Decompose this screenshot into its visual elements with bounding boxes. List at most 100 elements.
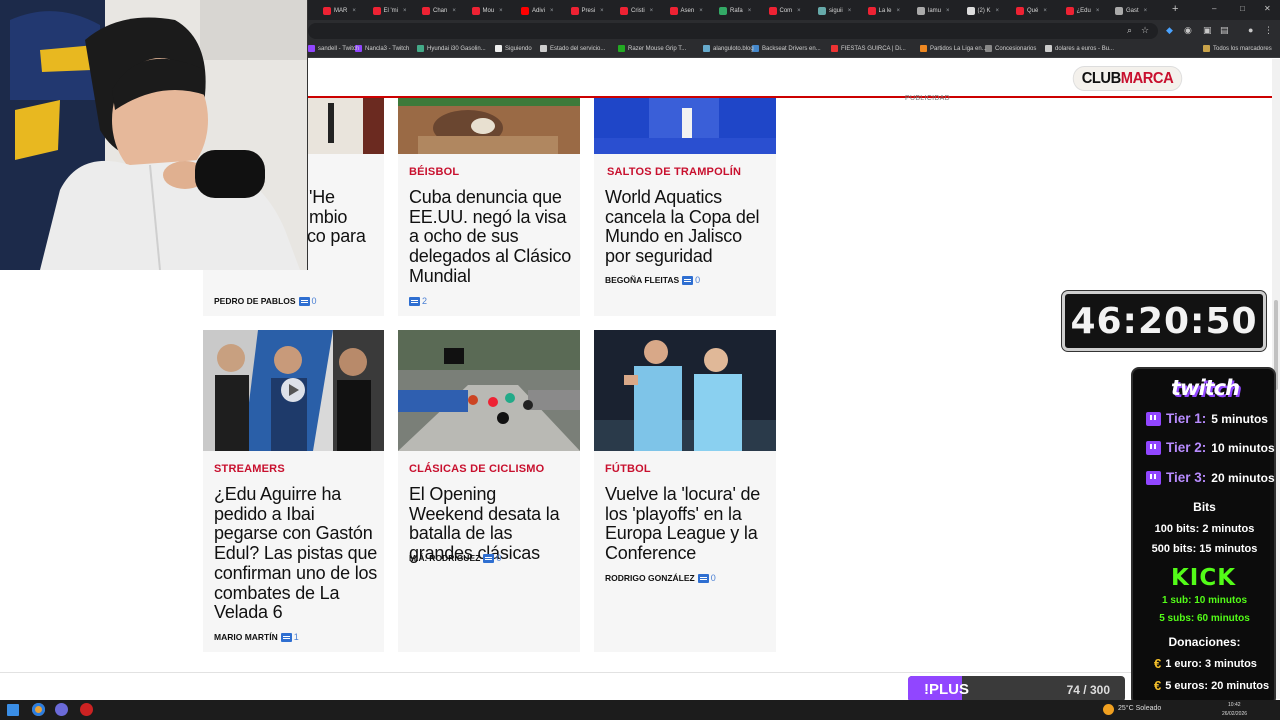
close-window-icon[interactable]: ✕ bbox=[1264, 4, 1271, 13]
club-marca-logo[interactable]: CLUB MARCA bbox=[1073, 67, 1182, 90]
browser-tab[interactable]: Cristi × bbox=[620, 3, 666, 18]
close-tab-icon[interactable]: × bbox=[452, 8, 456, 14]
article-image[interactable] bbox=[398, 330, 580, 451]
article-author[interactable]: RODRIGO GONZÁLEZ bbox=[605, 573, 695, 583]
comments-link[interactable]: 0 bbox=[483, 553, 501, 563]
all-bookmarks-folder[interactable]: Todos los marcadores bbox=[1203, 45, 1272, 52]
app-taskbar-icon[interactable] bbox=[55, 703, 68, 716]
close-tab-icon[interactable]: × bbox=[946, 8, 950, 14]
article-category[interactable]: FÚTBOL bbox=[605, 463, 651, 475]
article-card[interactable]: BÉISBOL Cuba denuncia que EE.UU. negó la… bbox=[398, 98, 580, 316]
close-tab-icon[interactable]: × bbox=[1144, 8, 1148, 14]
article-author[interactable]: PEDRO DE PABLOS bbox=[214, 296, 296, 306]
bookmark-item[interactable]: Backseat Drivers en... bbox=[752, 45, 821, 52]
maximize-icon[interactable]: □ bbox=[1240, 4, 1245, 13]
extension-icon-2[interactable]: ◉ bbox=[1184, 25, 1192, 36]
weather-text[interactable]: 25°C Soleado bbox=[1118, 705, 1161, 712]
browser-tab[interactable]: La le × bbox=[867, 3, 914, 18]
close-tab-icon[interactable]: × bbox=[797, 8, 801, 14]
browser-tab[interactable]: Chan × bbox=[422, 3, 468, 18]
bookmark-item[interactable]: alanguloto.blog bbox=[703, 45, 754, 52]
close-tab-icon[interactable]: × bbox=[352, 8, 356, 14]
bookmark-item[interactable]: sandell - Twitch bbox=[308, 45, 359, 52]
address-bar[interactable] bbox=[308, 23, 1158, 39]
article-headline[interactable]: ¿Edu Aguirre ha pedido a Ibai pegarse co… bbox=[214, 484, 379, 623]
browser-tab[interactable]: Gast × bbox=[1115, 3, 1161, 18]
article-author[interactable]: MARIO MARTÍN bbox=[214, 632, 278, 642]
comments-link[interactable]: 0 bbox=[298, 296, 317, 306]
browser-tab[interactable]: ¿Edu × bbox=[1065, 3, 1112, 18]
article-category[interactable]: STREAMERS bbox=[214, 463, 285, 475]
puzzle-icon[interactable]: ▣ bbox=[1203, 25, 1212, 36]
browser-tab[interactable]: MAR × bbox=[323, 3, 369, 18]
sidebar-icon[interactable]: ▤ bbox=[1220, 25, 1229, 36]
article-image[interactable] bbox=[398, 98, 580, 154]
comments-link[interactable]: 0 bbox=[682, 275, 700, 285]
browser-tab[interactable]: Adivi × bbox=[521, 3, 567, 18]
obs-taskbar-icon[interactable] bbox=[80, 703, 93, 716]
browser-tab[interactable]: Qué × bbox=[1016, 3, 1062, 18]
close-tab-icon[interactable]: × bbox=[650, 8, 654, 14]
browser-tab[interactable]: Com × bbox=[768, 3, 815, 18]
browser-tab[interactable]: El 'mi × bbox=[372, 3, 419, 18]
close-tab-icon[interactable]: × bbox=[748, 8, 752, 14]
browser-tab[interactable]: lamu × bbox=[917, 3, 963, 18]
article-image[interactable] bbox=[594, 98, 776, 154]
close-tab-icon[interactable]: × bbox=[499, 8, 503, 14]
bookmark-item[interactable]: Hyundai i30 Gasolin... bbox=[417, 45, 486, 52]
close-tab-icon[interactable]: × bbox=[1096, 8, 1100, 14]
comments-link[interactable]: 0 bbox=[697, 573, 716, 583]
article-headline[interactable]: Vuelve la 'locura' de los 'playoffs' en … bbox=[605, 484, 770, 564]
minimize-icon[interactable]: – bbox=[1212, 4, 1216, 13]
browser-tab[interactable]: Presi × bbox=[570, 3, 617, 18]
article-card[interactable]: STREAMERS ¿Edu Aguirre ha pedido a Ibai … bbox=[203, 330, 384, 652]
windows-start-icon[interactable] bbox=[7, 704, 19, 716]
bookmark-item[interactable]: Siguiendo bbox=[495, 45, 532, 52]
close-tab-icon[interactable]: × bbox=[996, 8, 1000, 14]
article-card[interactable]: SALTOS DE TRAMPOLÍN World Aquatics cance… bbox=[594, 98, 776, 316]
browser-tab[interactable]: Asen × bbox=[669, 3, 716, 18]
close-tab-icon[interactable]: × bbox=[848, 8, 852, 14]
article-image[interactable] bbox=[594, 330, 776, 451]
close-tab-icon[interactable]: × bbox=[699, 8, 703, 14]
bookmark-item[interactable]: Partidos La Liga en... bbox=[920, 45, 987, 52]
bookmark-item[interactable]: Razer Mouse Grip T... bbox=[618, 45, 686, 52]
profile-avatar[interactable]: ● bbox=[1248, 25, 1253, 35]
article-headline[interactable]: World Aquatics cancela la Copa del Mundo… bbox=[605, 187, 770, 267]
bookmark-item[interactable]: dolares a euros - Bu... bbox=[1045, 45, 1114, 52]
star-icon[interactable]: ☆ bbox=[1141, 25, 1149, 36]
article-author[interactable]: BEGOÑA FLEITAS bbox=[605, 275, 679, 285]
close-tab-icon[interactable]: × bbox=[897, 8, 901, 14]
close-tab-icon[interactable]: × bbox=[600, 8, 604, 14]
browser-tab[interactable]: siguii × bbox=[818, 3, 864, 18]
close-tab-icon[interactable]: × bbox=[1043, 8, 1047, 14]
article-category[interactable]: BÉISBOL bbox=[409, 166, 459, 178]
extension-icon[interactable]: ◆ bbox=[1166, 25, 1173, 36]
bookmark-item[interactable]: Nancla3 - Twitch bbox=[355, 45, 409, 52]
close-tab-icon[interactable]: × bbox=[550, 8, 554, 14]
close-tab-icon[interactable]: × bbox=[403, 8, 407, 14]
new-tab-button[interactable]: + bbox=[1172, 3, 1178, 15]
article-headline[interactable]: El Opening Weekend desata la batalla de … bbox=[409, 484, 574, 564]
article-card[interactable]: CLÁSICAS DE CICLISMO El Opening Weekend … bbox=[398, 330, 580, 652]
bookmark-item[interactable]: Estado del servicio... bbox=[540, 45, 605, 52]
article-category[interactable]: CLÁSICAS DE CICLISMO bbox=[409, 463, 544, 475]
bookmark-label: Partidos La Liga en... bbox=[930, 45, 987, 52]
article-category[interactable]: SALTOS DE TRAMPOLÍN bbox=[607, 166, 741, 178]
zoom-icon[interactable]: ⌕ bbox=[1127, 25, 1132, 36]
browser-tab[interactable]: Mou × bbox=[471, 3, 518, 18]
article-author[interactable]: M.Á. RODRÍGUEZ bbox=[409, 553, 480, 563]
article-card[interactable]: FÚTBOL Vuelve la 'locura' de los 'playof… bbox=[594, 330, 776, 652]
menu-icon[interactable]: ⋮ bbox=[1264, 25, 1273, 36]
chrome-taskbar-icon[interactable] bbox=[32, 703, 45, 716]
comments-link[interactable]: 1 bbox=[280, 632, 299, 642]
article-headline[interactable]: Cuba denuncia que EE.UU. negó la visa a … bbox=[409, 187, 574, 287]
browser-tab[interactable]: (2) K × bbox=[966, 3, 1013, 18]
bookmark-item[interactable]: FIESTAS GUIRCA | Di... bbox=[831, 45, 906, 52]
clock-date[interactable]: 26/02/2026 bbox=[1222, 711, 1247, 717]
bookmark-item[interactable]: Concesionarios bbox=[985, 45, 1036, 52]
browser-tab[interactable]: Rafa × bbox=[719, 3, 765, 18]
comments-link[interactable]: 2 bbox=[409, 296, 427, 306]
clock-time[interactable]: 10:42 bbox=[1228, 702, 1241, 708]
article-image[interactable] bbox=[203, 330, 384, 451]
